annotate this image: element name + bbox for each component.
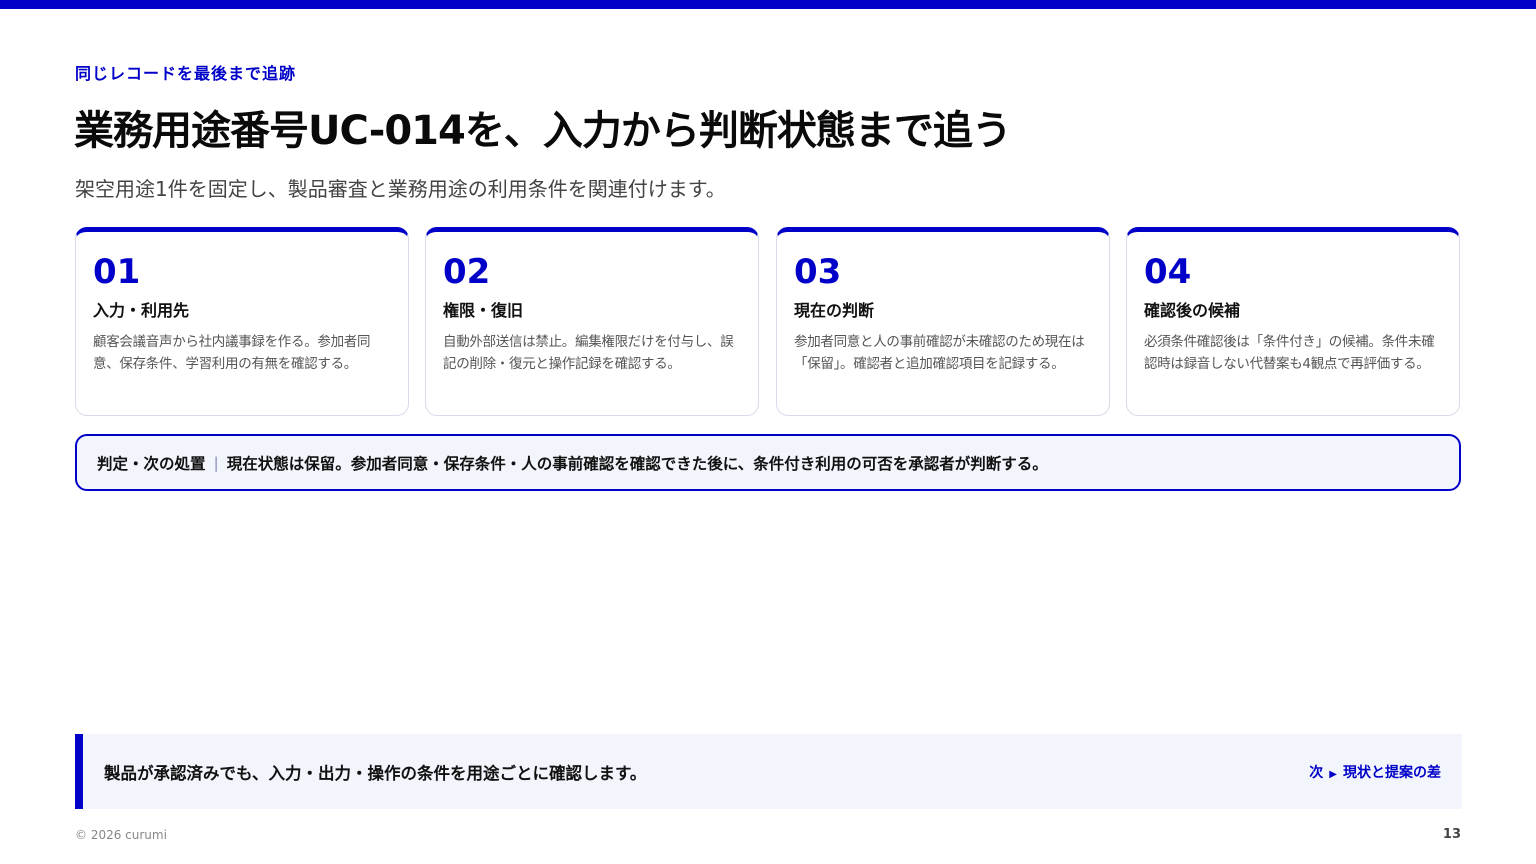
page-title: 業務用途番号UC-014を、入力から判断状態まで追う [74,108,1012,154]
next-prefix: 次 [1309,764,1324,781]
step-heading: 確認後の候補 [1144,301,1241,320]
judgement-label: 判定・次の処置 [97,454,206,473]
next-label: 現状と提案の差 [1343,764,1441,781]
step-number: 03 [794,252,842,292]
step-heading: 現在の判断 [794,301,875,320]
judgement-text: 現在状態は保留。参加者同意・保存条件・人の事前確認を確認できた後に、条件付き利用… [226,454,1048,473]
footer-callout: 製品が承認済みでも、入力・出力・操作の条件を用途ごとに確認します。 次 ▶ 現状と提… [75,734,1462,809]
judgement-banner: 判定・次の処置 | 現在状態は保留。参加者同意・保存条件・人の事前確認を確認でき… [75,434,1461,491]
top-accent-bar [0,0,1536,9]
step-number: 02 [443,252,491,292]
step-heading: 権限・復旧 [443,301,524,320]
step-card-02: 02 権限・復旧 自動外部送信は禁止。編集権限だけを付与し、誤記の削除・復元と操… [425,227,759,416]
step-heading: 入力・利用先 [93,301,190,320]
step-number: 04 [1144,252,1192,292]
eyebrow-label: 同じレコードを最後まで追跡 [75,64,297,83]
step-description: 必須条件確認後は「条件付き」の候補。条件未確認時は録音しない代替案も4観点で再評… [1144,334,1435,372]
next-slide-link[interactable]: 次 ▶ 現状と提案の差 [1309,762,1441,782]
step-number: 01 [93,252,141,292]
page-subtitle: 架空用途1件を固定し、製品審査と業務用途の利用条件を関連付けます。 [75,177,726,201]
triangle-right-icon: ▶ [1329,768,1337,780]
page-number: 13 [1442,827,1461,842]
footer-message: 製品が承認済みでも、入力・出力・操作の条件を用途ごとに確認します。 [104,763,647,783]
step-description: 顧客会議音声から社内議事録を作る。参加者同意、保存条件、学習利用の有無を確認する… [93,334,371,372]
step-description: 自動外部送信は禁止。編集権限だけを付与し、誤記の削除・復元と操作記録を確認する。 [443,334,734,372]
step-card-04: 04 確認後の候補 必須条件確認後は「条件付き」の候補。条件未確認時は録音しない… [1126,227,1460,416]
step-card-01: 01 入力・利用先 顧客会議音声から社内議事録を作る。参加者同意、保存条件、学習… [75,227,409,416]
step-card-03: 03 現在の判断 参加者同意と人の事前確認が未確認のため現在は「保留」。確認者と… [776,227,1110,416]
divider: | [213,453,219,472]
step-cards: 01 入力・利用先 顧客会議音声から社内議事録を作る。参加者同意、保存条件、学習… [75,227,1461,416]
copyright: © 2026 curumi [75,828,167,842]
step-description: 参加者同意と人の事前確認が未確認のため現在は「保留」。確認者と追加確認項目を記録… [794,334,1085,372]
